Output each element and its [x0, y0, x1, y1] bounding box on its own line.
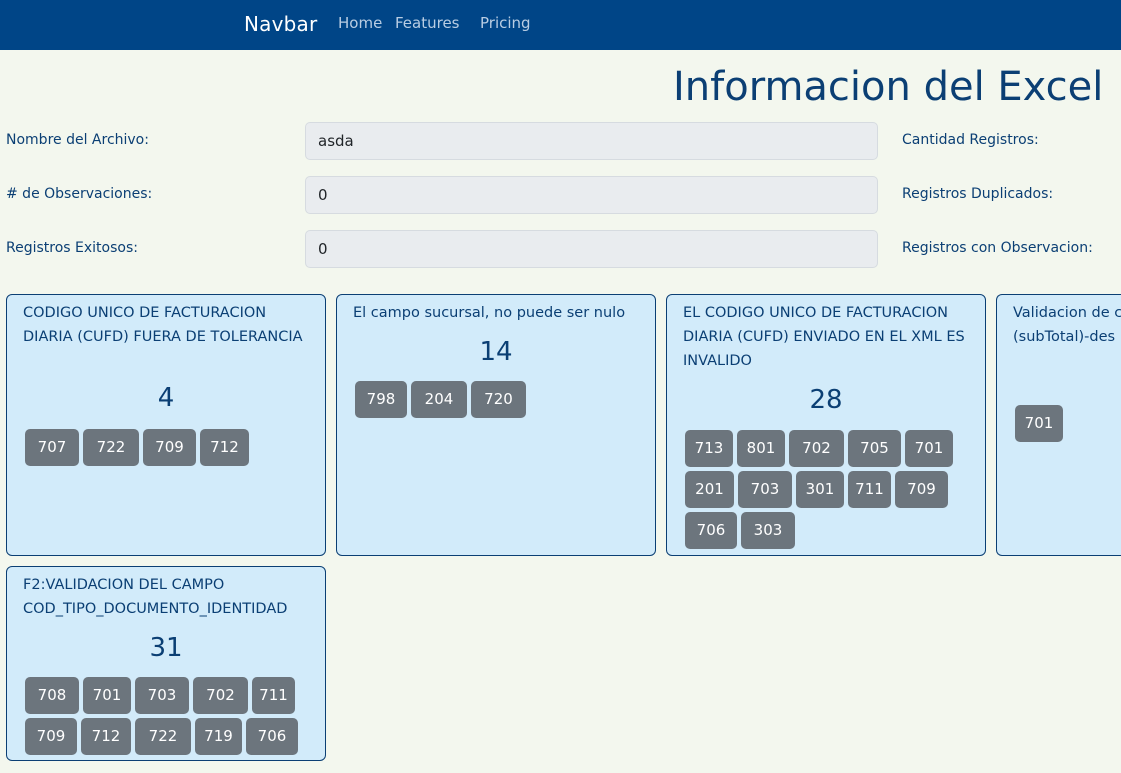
record-chip[interactable]: 706 — [246, 718, 298, 755]
observations-label: # de Observaciones: — [6, 186, 153, 202]
nav-link-pricing[interactable]: Pricing — [480, 14, 531, 32]
record-chip[interactable]: 301 — [796, 471, 844, 508]
observation-card: EL CODIGO UNICO DE FACTURACION DIARIA (C… — [666, 294, 986, 556]
card-count: 4 — [157, 383, 175, 413]
card-title: F2:VALIDACION DEL CAMPO COD_TIPO_DOCUMEN… — [23, 577, 288, 617]
record-chip[interactable]: 722 — [135, 718, 191, 755]
nav-link-features[interactable]: Features — [395, 14, 460, 32]
navbar: Navbar Home Features Pricing — [0, 0, 1121, 50]
record-chip[interactable]: 798 — [355, 381, 407, 418]
record-chip[interactable]: 703 — [135, 677, 189, 714]
observations-field[interactable] — [305, 176, 878, 214]
file-name-field[interactable] — [305, 122, 878, 160]
record-chip[interactable]: 713 — [685, 430, 733, 467]
record-chip[interactable]: 722 — [83, 429, 139, 466]
page-title: Informacion del Excel — [673, 64, 1104, 110]
card-count: 14 — [479, 337, 513, 367]
record-chip[interactable]: 709 — [895, 471, 948, 508]
record-chip[interactable]: 201 — [685, 471, 734, 508]
card-title: EL CODIGO UNICO DE FACTURACION DIARIA (C… — [683, 305, 965, 369]
record-chip[interactable]: 702 — [789, 430, 844, 467]
file-name-label: Nombre del Archivo: — [6, 132, 149, 148]
record-chip[interactable]: 701 — [83, 677, 131, 714]
observation-card: F2:VALIDACION DEL CAMPO COD_TIPO_DOCUMEN… — [6, 566, 326, 761]
duplicate-records-label: Registros Duplicados: — [902, 186, 1054, 202]
records-with-observation-label: Registros con Observacion: — [902, 240, 1093, 256]
record-chip[interactable]: 701 — [905, 430, 953, 467]
observation-card: CODIGO UNICO DE FACTURACION DIARIA (CUFD… — [6, 294, 326, 556]
card-title: El campo sucursal, no puede ser nulo — [353, 305, 626, 321]
card-count: 28 — [809, 385, 843, 415]
card-title: Validacion de c (subTotal)-des — [1013, 305, 1121, 345]
record-chip[interactable]: 711 — [252, 677, 295, 714]
observation-card: Validacion de c (subTotal)-des 701 — [996, 294, 1121, 556]
card-title: CODIGO UNICO DE FACTURACION DIARIA (CUFD… — [23, 305, 303, 345]
nav-link-home[interactable]: Home — [338, 14, 382, 32]
success-records-label: Registros Exitosos: — [6, 240, 138, 256]
record-chip[interactable]: 703 — [738, 471, 792, 508]
record-chip[interactable]: 706 — [685, 512, 737, 549]
record-chip[interactable]: 705 — [848, 430, 901, 467]
record-chip[interactable]: 720 — [471, 381, 526, 418]
record-chip[interactable]: 708 — [25, 677, 79, 714]
total-records-label: Cantidad Registros: — [902, 132, 1039, 148]
record-chip[interactable]: 702 — [193, 677, 248, 714]
record-chip[interactable]: 712 — [81, 718, 131, 755]
navbar-brand[interactable]: Navbar — [244, 12, 317, 36]
record-chip[interactable]: 701 — [1015, 405, 1063, 442]
record-chip[interactable]: 719 — [195, 718, 242, 755]
record-chip[interactable]: 711 — [848, 471, 891, 508]
success-records-field[interactable] — [305, 230, 878, 268]
record-chip[interactable]: 707 — [25, 429, 79, 466]
observation-card: El campo sucursal, no puede ser nulo 14 … — [336, 294, 656, 556]
record-chip[interactable]: 204 — [411, 381, 467, 418]
record-chip[interactable]: 303 — [741, 512, 795, 549]
record-chip[interactable]: 709 — [25, 718, 77, 755]
card-count: 31 — [149, 633, 183, 663]
record-chip[interactable]: 709 — [143, 429, 196, 466]
record-chip[interactable]: 712 — [200, 429, 249, 466]
record-chip[interactable]: 801 — [737, 430, 785, 467]
